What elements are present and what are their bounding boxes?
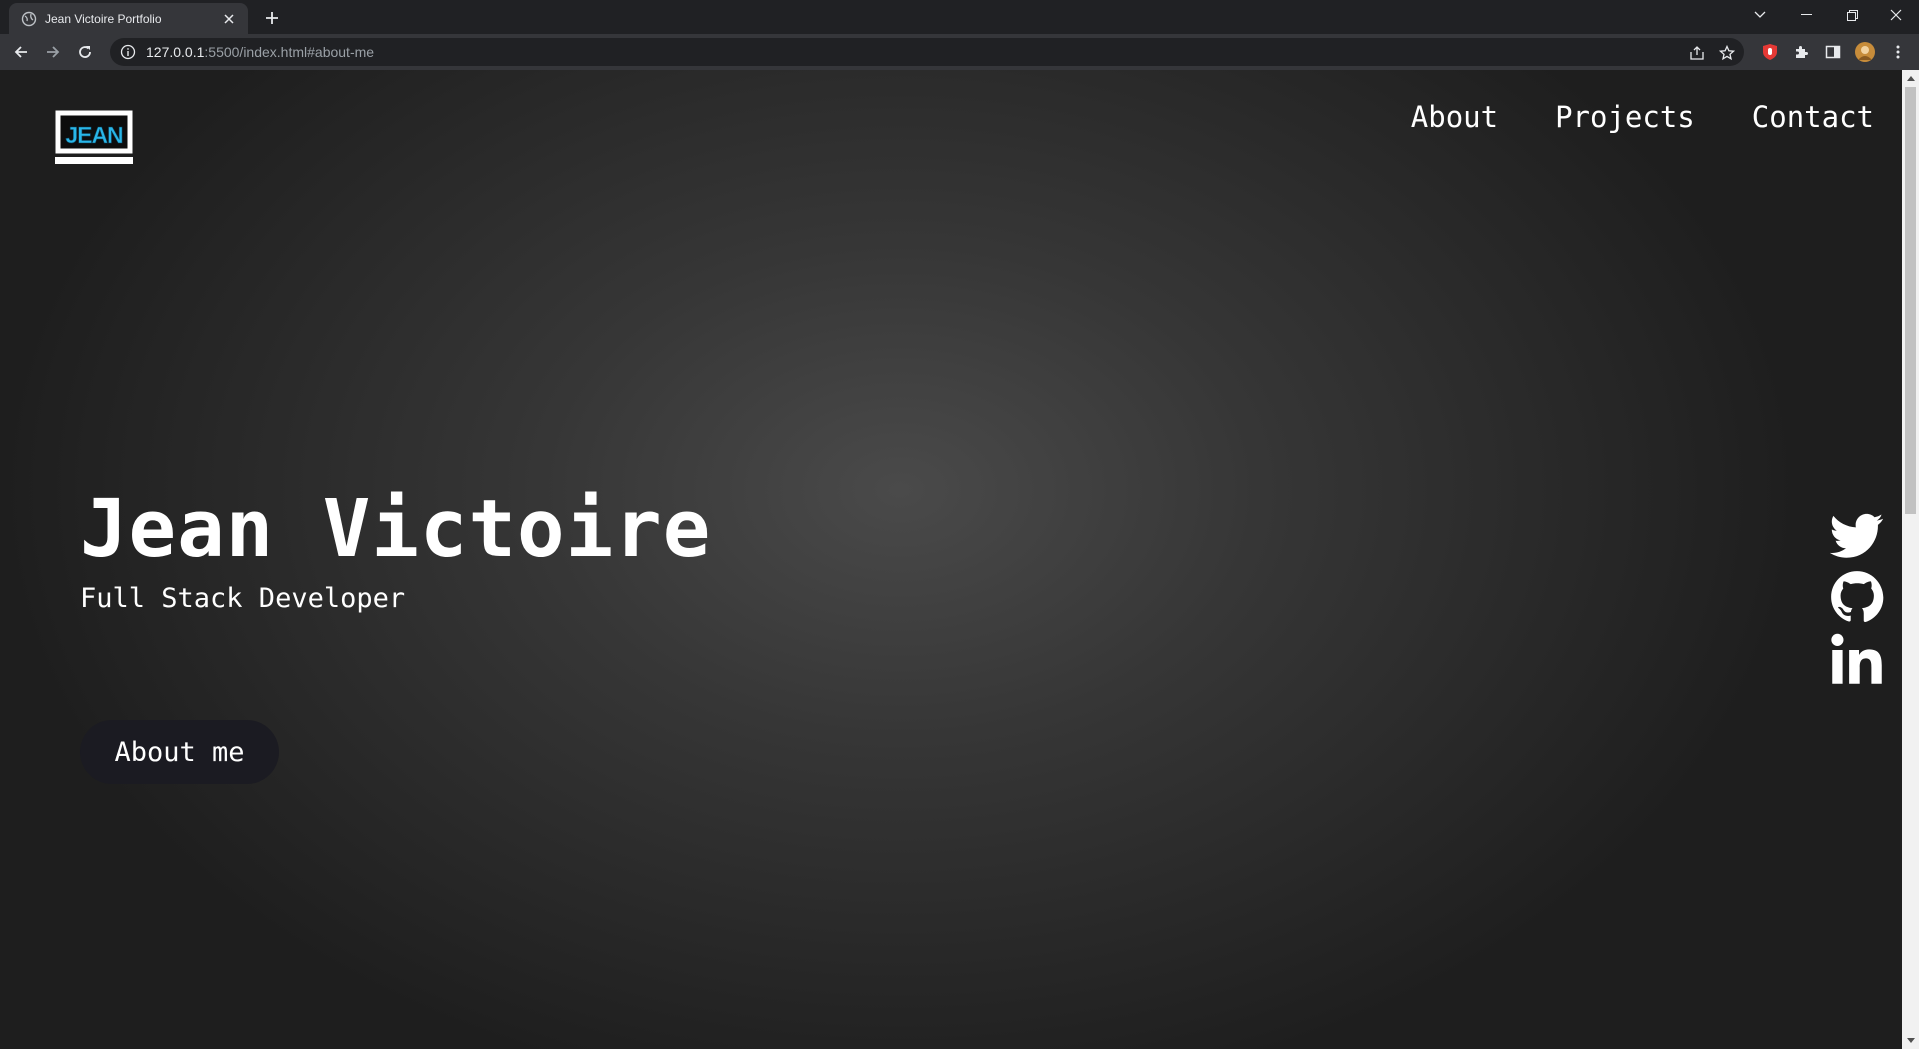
site-logo[interactable]: JEAN	[55, 110, 133, 168]
tab-search-button[interactable]	[1737, 0, 1783, 30]
close-window-button[interactable]	[1873, 0, 1919, 30]
main-nav: About Projects Contact	[1411, 100, 1874, 134]
back-button[interactable]	[9, 40, 33, 64]
linkedin-icon[interactable]	[1830, 632, 1884, 686]
nav-link-contact[interactable]: Contact	[1752, 100, 1874, 134]
nav-link-about[interactable]: About	[1411, 100, 1498, 134]
minimize-icon	[1800, 14, 1812, 15]
reload-button[interactable]	[73, 40, 97, 64]
browser-tab[interactable]: Jean Victoire Portfolio	[9, 3, 248, 34]
new-tab-button[interactable]	[260, 6, 284, 30]
side-panel-icon[interactable]	[1823, 42, 1843, 62]
tab-title: Jean Victoire Portfolio	[45, 11, 162, 26]
page-scrollbar[interactable]	[1902, 70, 1919, 1049]
menu-kebab-icon[interactable]	[1888, 42, 1908, 62]
url-host: 127.0.0.1	[146, 44, 205, 60]
globe-icon	[21, 11, 37, 27]
plus-icon	[266, 12, 278, 24]
page-viewport: JEAN About Projects Contact Jean Victoir…	[0, 70, 1902, 1049]
hero-name: Jean Victoire	[80, 483, 712, 575]
extensions-puzzle-icon[interactable]	[1791, 42, 1811, 62]
minimize-button[interactable]	[1783, 0, 1829, 30]
url-path: :5500/index.html#about-me	[204, 44, 375, 60]
restore-button[interactable]	[1829, 0, 1875, 30]
social-links	[1829, 508, 1884, 694]
arrow-right-icon	[47, 46, 60, 58]
browser-toolbar: 127.0.0.1:5500/index.html#about-me	[0, 34, 1919, 70]
share-icon[interactable]	[1688, 44, 1706, 62]
close-icon[interactable]	[220, 10, 238, 28]
forward-button[interactable]	[41, 40, 65, 64]
scroll-down-arrow-icon[interactable]	[1902, 1032, 1919, 1049]
close-icon	[1890, 9, 1902, 21]
scroll-up-arrow-icon[interactable]	[1902, 70, 1919, 87]
hero-role: Full Stack Developer	[80, 583, 406, 614]
hero-section: Jean Victoire Full Stack Developer About…	[80, 483, 712, 784]
about-me-button[interactable]: About me	[80, 720, 279, 784]
scrollbar-thumb[interactable]	[1905, 87, 1916, 514]
bookmark-star-icon[interactable]	[1718, 44, 1736, 62]
twitter-icon[interactable]	[1829, 508, 1884, 562]
info-icon[interactable]	[120, 44, 136, 60]
restore-icon	[1846, 9, 1858, 21]
reload-icon	[79, 46, 91, 58]
logo-text: JEAN	[65, 122, 123, 148]
nav-link-projects[interactable]: Projects	[1555, 100, 1695, 134]
browser-tab-strip: Jean Victoire Portfolio	[0, 0, 1919, 34]
arrow-left-icon	[14, 46, 27, 58]
chevron-down-icon	[1754, 11, 1766, 18]
github-icon[interactable]	[1830, 570, 1884, 624]
extension-shield-icon[interactable]	[1760, 42, 1780, 62]
profile-avatar[interactable]	[1855, 42, 1875, 62]
address-bar[interactable]: 127.0.0.1:5500/index.html#about-me	[110, 38, 1744, 66]
